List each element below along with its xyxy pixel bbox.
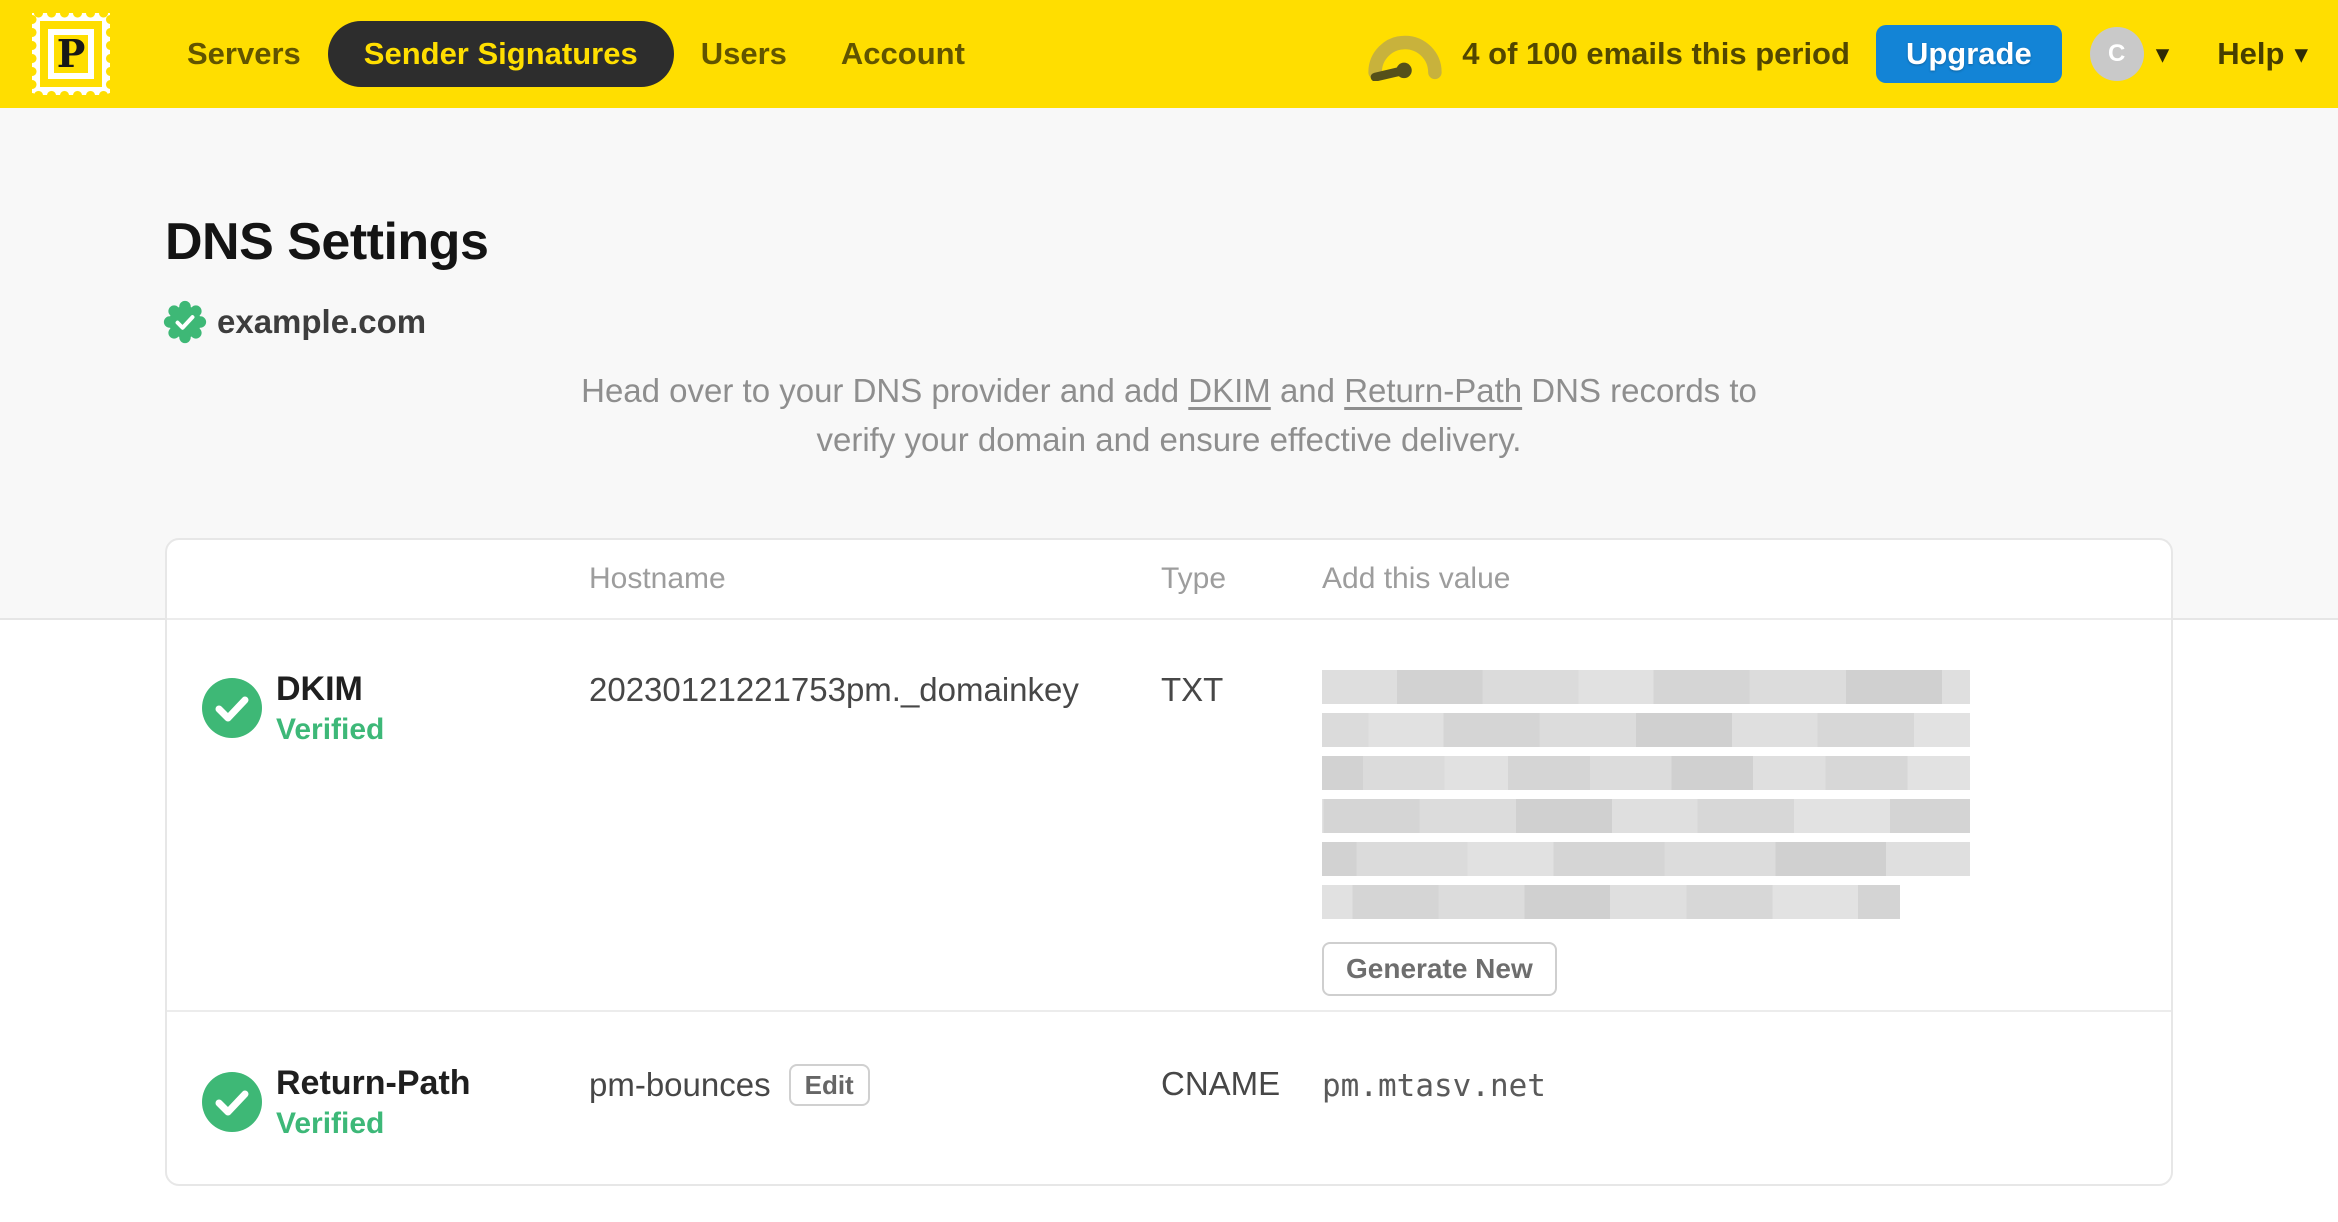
usage-gauge-icon: [1368, 35, 1442, 81]
column-header-value: Add this value: [1322, 562, 1511, 595]
avatar[interactable]: C: [2089, 27, 2144, 81]
postmark-stamp-logo[interactable]: P: [32, 13, 110, 95]
intro-part: and: [1270, 372, 1345, 409]
value-cell: Generate New: [1322, 670, 2171, 996]
nav-right-group: 4 of 100 emails this period Upgrade C ▾ …: [1364, 25, 2308, 83]
intro-part: verify your domain and ensure effective …: [816, 421, 1522, 458]
primary-nav: Servers Sender Signatures Users Account: [160, 21, 992, 87]
hostname-value: pm-bounces: [589, 1066, 771, 1103]
usage-meter: 4 of 100 emails this period: [1364, 27, 1850, 81]
return-path-link[interactable]: Return-Path: [1344, 372, 1522, 409]
hostname-value: 20230121221753pm._domainkey: [589, 671, 1079, 708]
page-title: DNS Settings: [165, 213, 489, 271]
redacted-dkim-value: [1322, 670, 1970, 919]
table-row-dkim: DKIM Verified 20230121221753pm._domainke…: [167, 620, 2171, 1012]
record-label-text: Return-Path Verified: [276, 1064, 471, 1141]
check-circle-icon: [202, 678, 262, 738]
cname-value: pm.mtasv.net: [1322, 1068, 1546, 1104]
usage-count-text: 4 of 100 emails this period: [1462, 36, 1850, 71]
column-header-hostname: Hostname: [589, 562, 726, 595]
table-header-row: Hostname Type Add this value: [167, 540, 2171, 620]
check-circle-icon: [202, 1072, 262, 1132]
stamp-frame: P: [48, 29, 94, 79]
stamp-border: P: [40, 21, 102, 87]
brand-letter: P: [54, 35, 88, 73]
status-badge: Verified: [276, 1107, 385, 1140]
redacted-line: [1322, 842, 1970, 876]
upgrade-button[interactable]: Upgrade: [1875, 25, 2062, 83]
chevron-down-icon: ▾: [2155, 38, 2170, 69]
dns-records-card: Hostname Type Add this value DKIM Verifi…: [165, 538, 2173, 1186]
nav-item-users[interactable]: Users: [674, 21, 814, 87]
type-cell: CNAME: [1161, 1065, 1281, 1102]
help-label: Help: [2217, 36, 2285, 71]
column-header-type: Type: [1161, 562, 1227, 595]
edit-hostname-button[interactable]: Edit: [788, 1064, 870, 1106]
type-cell: TXT: [1161, 671, 1224, 708]
account-menu[interactable]: C ▾: [2089, 27, 2170, 81]
record-name: DKIM: [276, 670, 363, 708]
redacted-line: [1322, 799, 1970, 833]
intro-text: Head over to your DNS provider and add D…: [0, 366, 2338, 464]
status-badge: Verified: [276, 713, 385, 746]
dkim-link[interactable]: DKIM: [1188, 372, 1271, 409]
domain-row: example.com: [163, 300, 426, 344]
record-label-cell: Return-Path Verified: [200, 1064, 589, 1141]
nav-item-servers[interactable]: Servers: [160, 21, 328, 87]
intro-part: Head over to your DNS provider and add: [581, 372, 1189, 409]
help-menu[interactable]: Help ▾: [2217, 36, 2308, 72]
nav-item-sender-signatures[interactable]: Sender Signatures: [327, 21, 674, 87]
redacted-line: [1322, 670, 1970, 704]
domain-name: example.com: [217, 303, 427, 340]
generate-new-button[interactable]: Generate New: [1322, 942, 1557, 996]
verified-seal-icon: [163, 300, 207, 344]
table-row-return-path: Return-Path Verified pm-bounces Edit CNA…: [167, 1012, 2171, 1184]
redacted-line: [1322, 756, 1970, 790]
record-label-text: DKIM Verified: [276, 670, 384, 747]
nav-item-account[interactable]: Account: [814, 21, 992, 87]
hostname-cell: 20230121221753pm._domainkey: [589, 670, 1161, 710]
record-name: Return-Path: [276, 1064, 471, 1102]
top-navbar: P Servers Sender Signatures Users Accoun…: [0, 0, 2338, 108]
record-label-cell: DKIM Verified: [200, 670, 589, 747]
hostname-cell: pm-bounces Edit: [589, 1064, 1161, 1106]
intro-part: DNS records to: [1522, 372, 1757, 409]
chevron-down-icon: ▾: [2294, 38, 2308, 69]
redacted-line: [1322, 713, 1970, 747]
redacted-line: [1322, 885, 1900, 919]
value-cell: pm.mtasv.net: [1322, 1064, 2171, 1106]
